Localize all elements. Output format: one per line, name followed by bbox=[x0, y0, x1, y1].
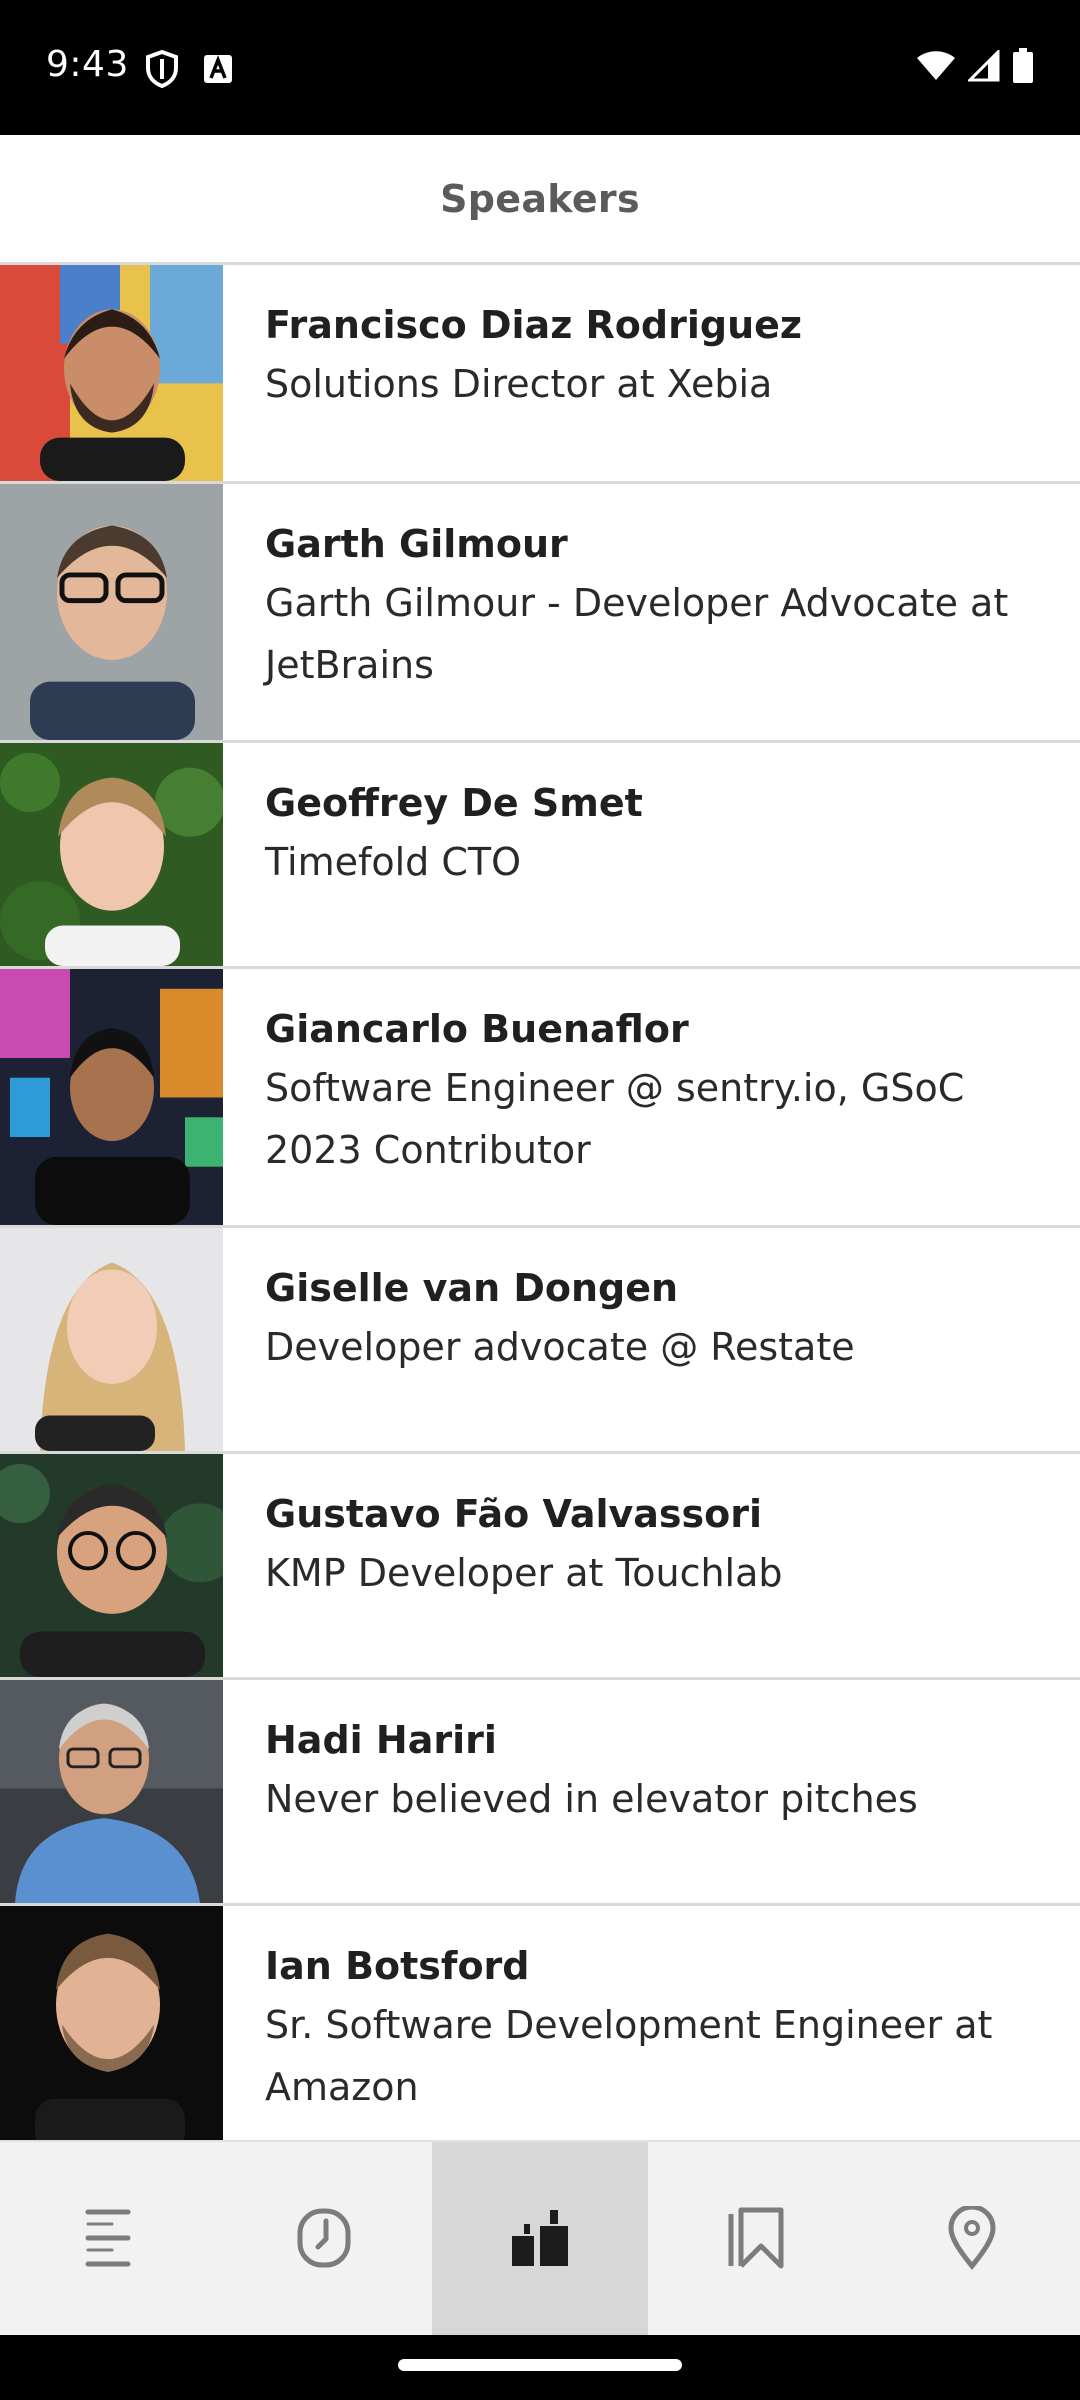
nav-bookmarks[interactable] bbox=[648, 2142, 864, 2337]
speaker-role: Timefold CTO bbox=[265, 840, 522, 884]
speaker-avatar bbox=[0, 1454, 223, 1677]
speaker-row[interactable]: Giancarlo Buenaflor Software Engineer @ … bbox=[0, 969, 1080, 1228]
speaker-avatar bbox=[0, 743, 223, 966]
menu-icon bbox=[82, 2208, 134, 2272]
speaker-name: Giselle van Dongen bbox=[265, 1266, 679, 1310]
speaker-row[interactable]: Gustavo Fão Valvassori KMP Developer at … bbox=[0, 1454, 1080, 1680]
nav-schedule[interactable] bbox=[216, 2142, 432, 2337]
speaker-info: Giselle van Dongen Developer advocate @ … bbox=[223, 1228, 1080, 1451]
app-header: Speakers bbox=[0, 135, 1080, 265]
speaker-role: Software Engineer @ sentry.io, GSoC 2023… bbox=[265, 1066, 965, 1172]
speaker-row[interactable]: Garth Gilmour Garth Gilmour - Developer … bbox=[0, 484, 1080, 743]
speaker-info: Geoffrey De Smet Timefold CTO bbox=[223, 743, 1080, 966]
signal-icon bbox=[966, 48, 1000, 86]
speaker-avatar bbox=[0, 484, 223, 740]
speaker-row[interactable]: Geoffrey De Smet Timefold CTO bbox=[0, 743, 1080, 969]
speaker-name: Francisco Diaz Rodriguez bbox=[265, 303, 803, 347]
nav-menu[interactable] bbox=[0, 2142, 216, 2337]
speaker-row[interactable]: Hadi Hariri Never believed in elevator p… bbox=[0, 1680, 1080, 1906]
speaker-info: Ian Botsford Sr. Software Development En… bbox=[223, 1906, 1080, 2140]
speaker-name: Gustavo Fão Valvassori bbox=[265, 1492, 763, 1536]
speaker-role: Never believed in elevator pitches bbox=[265, 1777, 918, 1821]
speaker-avatar bbox=[0, 969, 223, 1225]
speakers-icon bbox=[510, 2208, 570, 2272]
speaker-role: KMP Developer at Touchlab bbox=[265, 1551, 783, 1595]
shield-icon bbox=[145, 49, 179, 92]
speaker-avatar bbox=[0, 1228, 223, 1451]
status-right-icons bbox=[916, 48, 1034, 88]
location-pin-icon bbox=[947, 2204, 997, 2274]
status-left-icons bbox=[145, 49, 233, 92]
speaker-row[interactable]: Ian Botsford Sr. Software Development En… bbox=[0, 1906, 1080, 2140]
speaker-role: Solutions Director at Xebia bbox=[265, 362, 773, 406]
clock-icon bbox=[296, 2207, 352, 2273]
page-title: Speakers bbox=[440, 176, 640, 221]
speaker-info: Garth Gilmour Garth Gilmour - Developer … bbox=[223, 484, 1080, 740]
nav-location[interactable] bbox=[864, 2142, 1080, 2337]
speaker-avatar bbox=[0, 265, 223, 481]
speaker-role: Garth Gilmour - Developer Advocate at Je… bbox=[265, 581, 1009, 687]
speaker-info: Hadi Hariri Never believed in elevator p… bbox=[223, 1680, 1080, 1903]
speaker-avatar bbox=[0, 1906, 223, 2140]
gesture-handle[interactable] bbox=[398, 2359, 682, 2371]
speaker-name: Geoffrey De Smet bbox=[265, 781, 643, 825]
speaker-row[interactable]: Francisco Diaz Rodriguez Solutions Direc… bbox=[0, 265, 1080, 484]
status-bar: 9:43 bbox=[0, 0, 1080, 135]
speaker-list[interactable]: Francisco Diaz Rodriguez Solutions Direc… bbox=[0, 265, 1080, 2140]
nav-speakers[interactable] bbox=[432, 2142, 648, 2337]
bottom-navigation bbox=[0, 2140, 1080, 2337]
speaker-name: Giancarlo Buenaflor bbox=[265, 1007, 689, 1051]
font-a-icon bbox=[203, 54, 233, 88]
system-gesture-area bbox=[0, 2335, 1080, 2400]
speaker-info: Gustavo Fão Valvassori KMP Developer at … bbox=[223, 1454, 1080, 1677]
speaker-role: Sr. Software Development Engineer at Ama… bbox=[265, 2003, 993, 2109]
bookmark-icon bbox=[727, 2206, 785, 2274]
speaker-role: Developer advocate @ Restate bbox=[265, 1325, 855, 1369]
speaker-info: Francisco Diaz Rodriguez Solutions Direc… bbox=[223, 265, 1080, 481]
speaker-info: Giancarlo Buenaflor Software Engineer @ … bbox=[223, 969, 1080, 1225]
wifi-icon bbox=[916, 50, 956, 86]
speaker-name: Hadi Hariri bbox=[265, 1718, 497, 1762]
speaker-name: Ian Botsford bbox=[265, 1944, 530, 1988]
speaker-row[interactable]: Giselle van Dongen Developer advocate @ … bbox=[0, 1228, 1080, 1454]
speaker-name: Garth Gilmour bbox=[265, 522, 568, 566]
speaker-avatar bbox=[0, 1680, 223, 1903]
status-time: 9:43 bbox=[46, 44, 129, 85]
battery-icon bbox=[1012, 48, 1034, 88]
